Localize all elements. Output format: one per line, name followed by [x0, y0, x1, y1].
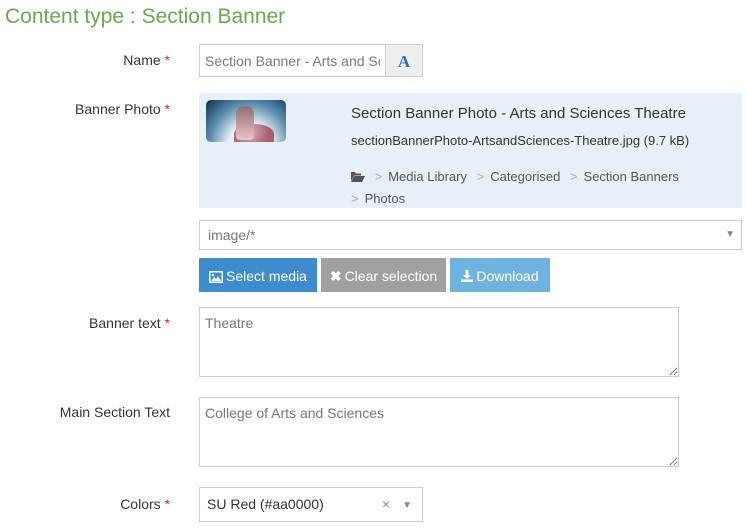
- download-icon: [461, 260, 474, 294]
- download-label: Download: [476, 268, 539, 284]
- media-filename: sectionBannerPhoto-ArtsandSciences-Theat…: [351, 133, 690, 148]
- media-path-breadcrumb: > Media Library > Categorised > Section Ban…: [351, 166, 731, 209]
- chevron-down-icon: ▼: [402, 500, 412, 511]
- media-thumbnail[interactable]: [206, 100, 286, 142]
- thumbnail-figure: [236, 106, 254, 140]
- breadcrumb-item: Section Banners: [583, 169, 679, 184]
- clear-selection-icon[interactable]: ×: [382, 488, 390, 521]
- breadcrumb-item: Categorised: [490, 169, 561, 184]
- clear-selection-label: Clear selection: [344, 268, 438, 284]
- media-type-filter-select[interactable]: image/* ▼: [199, 220, 742, 250]
- download-button[interactable]: Download: [450, 258, 550, 292]
- required-marker: *: [164, 101, 170, 117]
- breadcrumb-item: Photos: [364, 191, 406, 207]
- breadcrumb-separator: >: [569, 169, 578, 184]
- banner-text-label-text: Banner text: [89, 315, 161, 331]
- colors-label-text: Colors: [120, 496, 161, 512]
- breadcrumb-separator: >: [351, 191, 359, 207]
- image-icon: [209, 261, 224, 295]
- page-title: Content type : Section Banner: [5, 5, 286, 28]
- folder-open-icon: [351, 167, 365, 188]
- required-marker: *: [164, 52, 170, 68]
- selected-media-panel: Section Banner Photo - Arts and Sciences…: [199, 93, 742, 208]
- colors-select[interactable]: SU Red (#aa0000) × ▼: [199, 487, 423, 522]
- main-section-text-label-text: Main Section Text: [59, 404, 170, 420]
- chevron-down-icon: ▼: [725, 229, 735, 240]
- banner-text-label: Banner text *: [0, 315, 170, 331]
- name-input[interactable]: [199, 44, 386, 77]
- media-type-filter-value: image/*: [208, 227, 256, 243]
- name-label-text: Name: [123, 52, 161, 68]
- breadcrumb-separator: >: [476, 169, 485, 184]
- required-marker: *: [164, 315, 170, 331]
- main-section-text-label: Main Section Text: [0, 404, 170, 420]
- select-media-label: Select media: [226, 268, 307, 284]
- breadcrumb-item: Media Library: [388, 169, 467, 184]
- translate-button[interactable]: A: [385, 44, 423, 77]
- select-media-button[interactable]: Select media: [199, 258, 317, 292]
- colors-label: Colors *: [0, 496, 170, 512]
- breadcrumb-separator: >: [374, 169, 383, 184]
- colors-selected-value: SU Red (#aa0000): [207, 496, 324, 512]
- required-marker: *: [164, 496, 170, 512]
- clear-selection-button[interactable]: ✖ Clear selection: [321, 258, 446, 292]
- banner-photo-label-text: Banner Photo: [75, 101, 161, 117]
- banner-photo-label: Banner Photo *: [0, 101, 170, 117]
- media-title: Section Banner Photo - Arts and Sciences…: [351, 105, 686, 122]
- banner-text-textarea[interactable]: Theatre: [199, 307, 679, 377]
- main-section-text-textarea[interactable]: College of Arts and Sciences: [199, 397, 679, 467]
- translate-icon: A: [397, 52, 411, 71]
- name-label: Name *: [0, 52, 170, 68]
- close-icon: ✖: [329, 268, 342, 284]
